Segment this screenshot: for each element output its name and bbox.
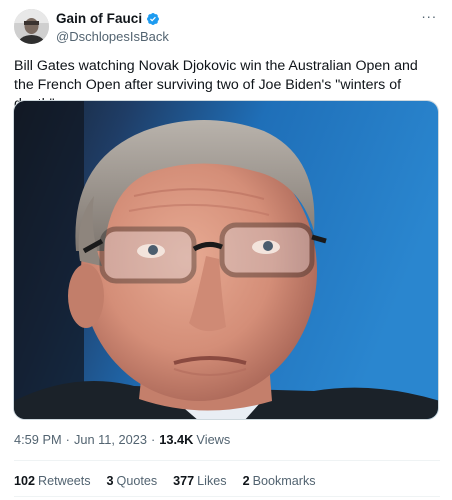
divider <box>14 460 440 461</box>
author-display-name[interactable]: Gain of Fauci <box>56 11 142 26</box>
author-handle[interactable]: @DschlopesIsBack <box>56 29 169 44</box>
verified-badge-icon <box>146 12 160 26</box>
views-count[interactable]: 13.4K <box>159 432 193 447</box>
bookmarks-label: Bookmarks <box>252 474 316 488</box>
tweet-header: Gain of Fauci @DschlopesIsBack ··· <box>14 9 440 45</box>
meta-separator: · <box>151 432 156 447</box>
more-options-icon[interactable]: ··· <box>420 9 438 25</box>
likes-label: Likes <box>197 474 227 488</box>
likes-count: 377 <box>173 474 195 488</box>
tweet-card: Gain of Fauci @DschlopesIsBack ··· Bill … <box>0 0 452 500</box>
retweets-stat[interactable]: 102 Retweets <box>14 474 91 488</box>
photo-of-man-with-glasses <box>14 101 438 419</box>
avatar-image <box>14 9 49 44</box>
tweet-media-photo[interactable] <box>13 100 439 420</box>
likes-stat[interactable]: 377 Likes <box>173 474 226 488</box>
retweets-count: 102 <box>14 474 36 488</box>
tweet-date[interactable]: Jun 11, 2023 <box>74 432 147 447</box>
quotes-label: Quotes <box>116 474 158 488</box>
quotes-count: 3 <box>106 474 114 488</box>
divider <box>14 496 440 497</box>
retweets-label: Retweets <box>38 474 91 488</box>
tweet-metadata: 4:59 PM · Jun 11, 2023 · 13.4K Views <box>14 432 230 447</box>
user-avatar[interactable] <box>14 9 49 44</box>
meta-separator: · <box>65 432 70 447</box>
engagement-stats: 102 Retweets 3 Quotes 377 Likes 2 Bookmarks <box>14 474 332 488</box>
tweet-time[interactable]: 4:59 PM <box>14 432 62 447</box>
author-names: Gain of Fauci @DschlopesIsBack <box>56 10 169 44</box>
bookmarks-count: 2 <box>242 474 250 488</box>
bookmarks-stat[interactable]: 2 Bookmarks <box>243 474 316 488</box>
quotes-stat[interactable]: 3 Quotes <box>107 474 158 488</box>
views-label[interactable]: Views <box>196 432 230 447</box>
